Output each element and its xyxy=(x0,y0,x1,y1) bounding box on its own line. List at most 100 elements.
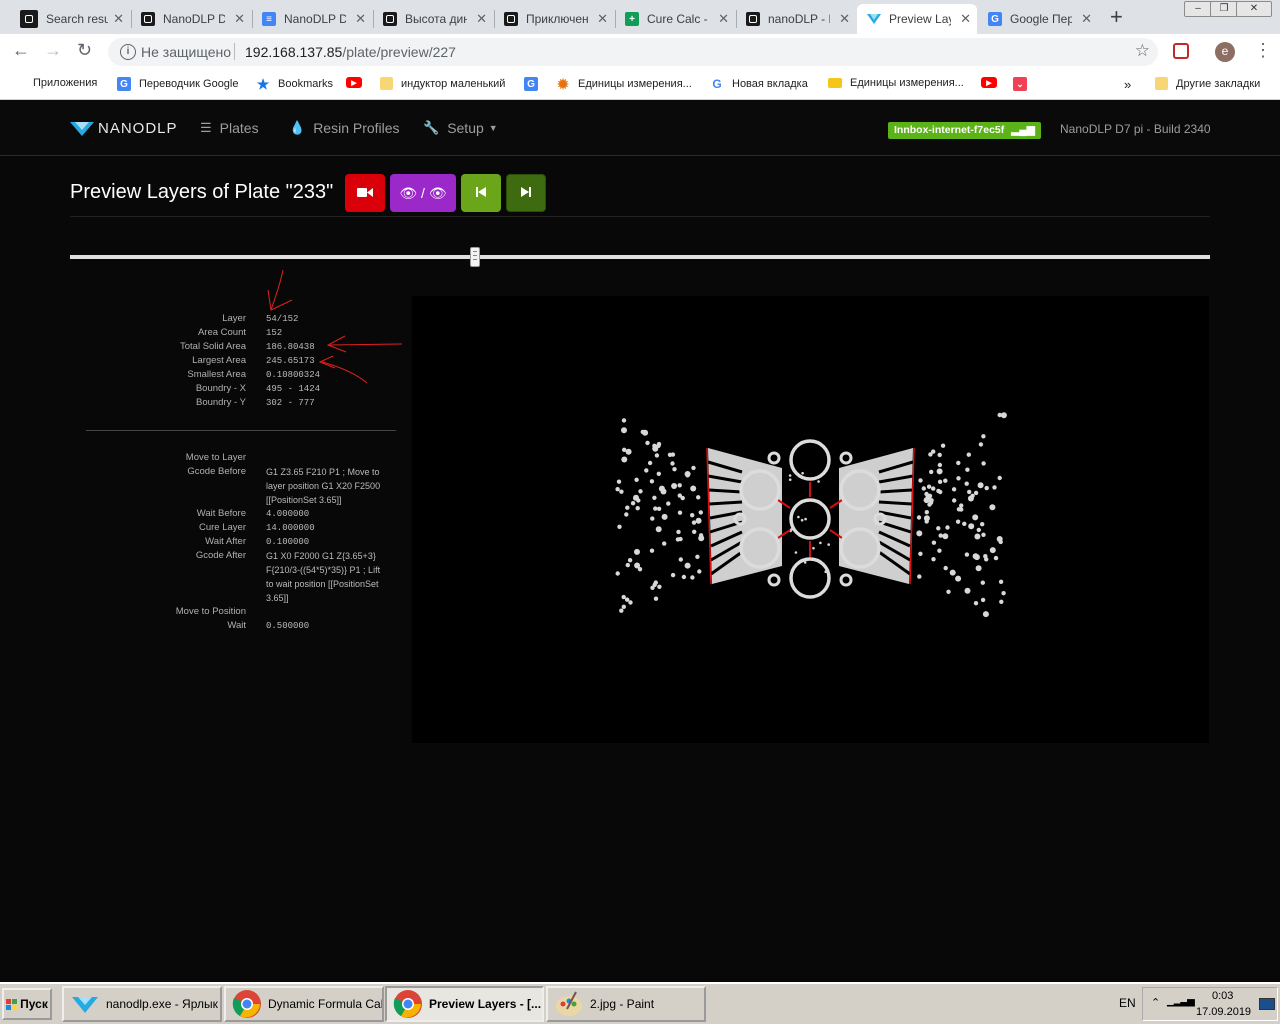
close-icon[interactable]: ✕ xyxy=(960,11,971,27)
close-window-button[interactable]: ✕ xyxy=(1236,1,1272,17)
taskbar-item[interactable]: 2.jpg - Paint xyxy=(546,986,706,1022)
browser-tab[interactable]: Search resu ✕ xyxy=(10,4,130,34)
ring xyxy=(789,498,831,540)
bookmark-folder[interactable]: индуктор маленький xyxy=(380,77,505,90)
bookmark-units-2[interactable]: Единицы измерения... xyxy=(828,77,964,89)
bookmark-translate[interactable]: G Переводчик Google xyxy=(117,77,239,91)
network-icon[interactable] xyxy=(1259,998,1275,1010)
avatar[interactable]: e xyxy=(1215,42,1235,62)
tab-title: Google Пер xyxy=(1010,12,1072,26)
more-bookmarks-button[interactable]: » xyxy=(1124,77,1131,92)
support-dot xyxy=(937,452,942,458)
drop-icon: 💧 xyxy=(289,120,306,135)
extension-icon[interactable] xyxy=(1173,43,1189,59)
gcode-before-line: G1 Z3.65 F210 P1 ; Move to xyxy=(266,467,380,477)
nav-resin-profiles[interactable]: 💧 Resin Profiles xyxy=(289,120,400,136)
support-dot xyxy=(938,533,943,538)
support-dot xyxy=(634,477,639,482)
minimize-button[interactable]: – xyxy=(1184,1,1212,17)
support-dot xyxy=(642,429,649,436)
brand-logo[interactable]: NANODLP xyxy=(70,120,178,137)
support-dot xyxy=(962,521,967,526)
support-dot xyxy=(788,478,792,481)
gcode-value: 0.100000 xyxy=(266,537,310,547)
browser-tab[interactable]: ≡ NanoDLP Dy ✕ xyxy=(252,4,372,34)
bookmark-bookmarks[interactable]: ★ Bookmarks xyxy=(256,76,333,92)
info-icon[interactable]: i xyxy=(120,44,136,60)
close-icon[interactable]: ✕ xyxy=(1081,11,1092,27)
url-text[interactable]: 192.168.137.85/plate/preview/227 xyxy=(245,44,456,60)
bookmark-units-1[interactable]: ✹ Единицы измерения... xyxy=(556,76,692,92)
bookmark-translate-2[interactable]: G xyxy=(524,77,546,91)
browser-tab[interactable]: + Cure Calc - ✕ xyxy=(615,4,735,34)
bookmark-youtube-2[interactable]: ▶ xyxy=(981,77,1005,88)
bookmark-apps[interactable]: Приложения xyxy=(14,77,97,89)
close-icon[interactable]: ✕ xyxy=(839,11,850,27)
close-icon[interactable]: ✕ xyxy=(718,11,729,27)
support-dot xyxy=(677,510,683,515)
step-backward-icon xyxy=(475,185,487,201)
layer-slider-track[interactable] xyxy=(70,255,1210,259)
close-icon[interactable]: ✕ xyxy=(476,11,487,27)
bookmark-new-tab[interactable]: G Новая вкладка xyxy=(710,77,808,91)
support-dot xyxy=(638,489,643,494)
taskbar-item[interactable]: nanodlp.exe - Ярлык xyxy=(62,986,222,1022)
support-dot xyxy=(616,479,622,484)
address-bar[interactable]: i Не защищено 192.168.137.85/plate/previ… xyxy=(108,38,1158,66)
browser-tab[interactable]: Приключен ✕ xyxy=(494,4,614,34)
support-dot xyxy=(656,443,661,448)
browser-tab[interactable]: NanoDLP Dy ✕ xyxy=(131,4,251,34)
close-icon[interactable]: ✕ xyxy=(113,11,124,27)
taskbar-item-active[interactable]: Preview Layers - [... xyxy=(385,986,544,1022)
chevron-up-icon[interactable]: ⌃ xyxy=(1151,996,1160,1009)
windows-icon xyxy=(6,998,18,1010)
close-icon[interactable]: ✕ xyxy=(355,11,366,27)
nav-setup[interactable]: 🔧 Setup ▼ xyxy=(423,120,498,136)
new-tab-button[interactable]: + xyxy=(1110,4,1123,30)
start-button[interactable]: Пуск xyxy=(2,988,52,1020)
stat-value: 0.10800324 xyxy=(266,370,321,380)
support-dot xyxy=(989,547,996,554)
signal-icon[interactable]: ▁▂▃▅ xyxy=(1167,996,1195,1007)
close-icon[interactable]: ✕ xyxy=(597,11,608,27)
bookmark-label: Приложения xyxy=(33,77,98,89)
back-icon[interactable]: ← xyxy=(12,40,30,61)
close-icon[interactable]: ✕ xyxy=(234,11,245,27)
record-button[interactable] xyxy=(345,174,385,212)
browser-tab[interactable]: Высота дин ✕ xyxy=(373,4,493,34)
support-dot xyxy=(927,493,933,499)
bookmark-pocket[interactable]: ⌄ xyxy=(1013,77,1035,91)
support-dot xyxy=(977,482,984,489)
support-dot xyxy=(929,469,934,475)
layer-slice-graphic xyxy=(615,412,1007,618)
visibility-toggle-button[interactable]: 👁 / 👁 xyxy=(390,174,456,212)
support-dot xyxy=(924,510,929,515)
chrome-icon xyxy=(393,990,422,1018)
support-dot xyxy=(653,506,658,511)
support-dot xyxy=(956,460,961,466)
taskbar-item[interactable]: Dynamic Formula Calc... xyxy=(224,986,384,1022)
support-dot xyxy=(698,535,705,542)
browser-tab[interactable]: G Google Пер ✕ xyxy=(978,4,1098,34)
forward-icon[interactable]: → xyxy=(44,40,62,61)
browser-tab-active[interactable]: Preview Lay ✕ xyxy=(857,4,977,34)
star-icon[interactable]: ☆ xyxy=(1135,41,1150,61)
layer-slider-handle[interactable] xyxy=(469,247,480,267)
first-layer-button[interactable] xyxy=(461,174,501,212)
browser-tab[interactable]: nanoDLP - D ✕ xyxy=(736,4,856,34)
language-indicator[interactable]: EN xyxy=(1119,996,1136,1010)
next-layer-button[interactable] xyxy=(506,174,546,212)
reload-icon[interactable]: ↻ xyxy=(77,40,92,61)
other-bookmarks[interactable]: Другие закладки xyxy=(1155,77,1260,90)
support-dot xyxy=(999,599,1004,604)
gcode-label: Wait After xyxy=(205,536,246,547)
layer-preview-image xyxy=(412,296,1209,743)
menu-icon[interactable]: ⋮ xyxy=(1254,40,1272,61)
nav-plates[interactable]: ☰ Plates xyxy=(200,120,259,136)
support-dot xyxy=(672,467,677,472)
gcode-label: Move to Position xyxy=(175,606,246,617)
bookmark-youtube[interactable]: ▶ xyxy=(346,77,370,88)
pocket-icon: ⌄ xyxy=(1013,77,1027,91)
wifi-status-badge[interactable]: Innbox-internet-f7ec5f ▂▄▆ xyxy=(888,122,1041,139)
maximize-button[interactable]: ❐ xyxy=(1210,1,1238,17)
